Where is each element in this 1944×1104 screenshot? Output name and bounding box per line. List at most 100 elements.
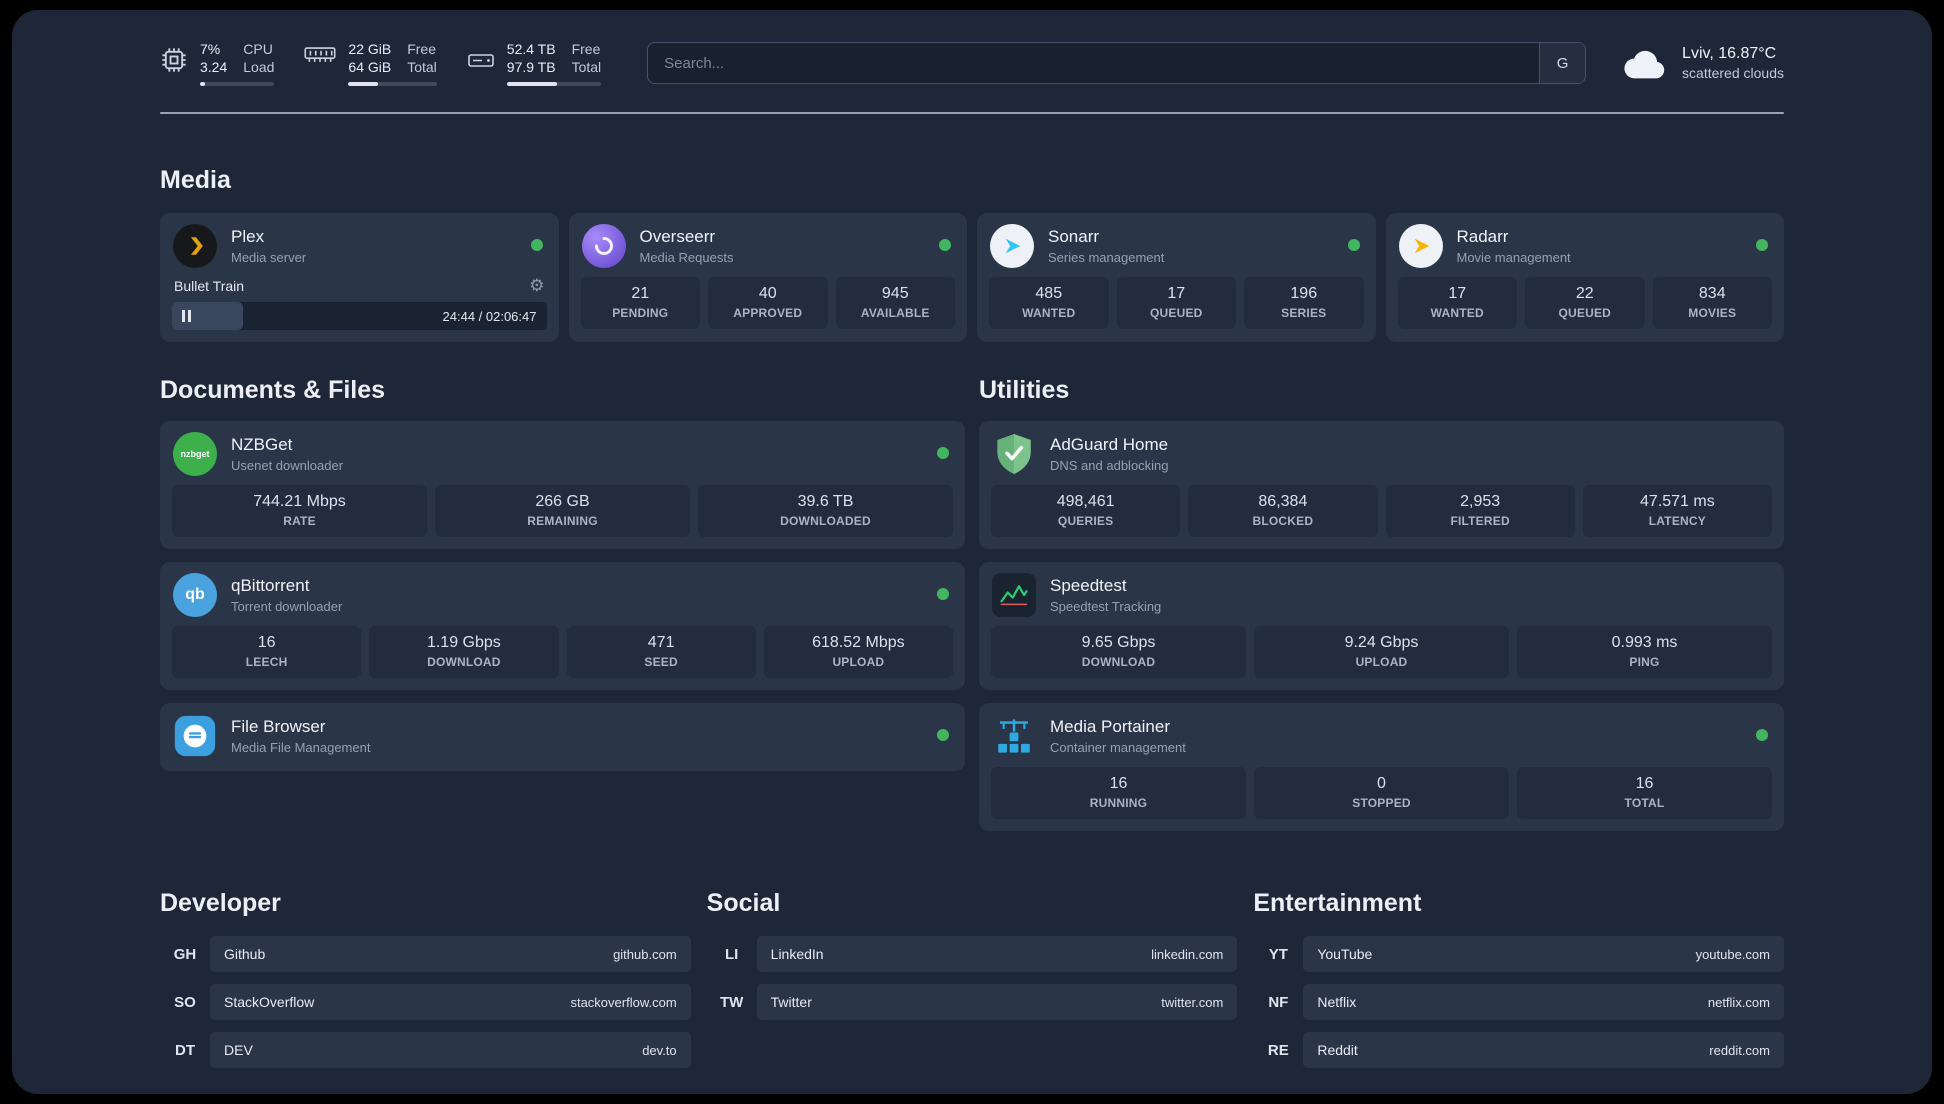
qbittorrent-icon: qb <box>172 572 218 618</box>
bookmark-name: Reddit <box>1317 1042 1358 1058</box>
ram-progress-bar <box>348 82 437 86</box>
header-divider <box>160 112 1784 114</box>
app-subtitle: Usenet downloader <box>231 458 344 473</box>
bookmark-abbr: GH <box>173 945 197 963</box>
bookmark-abbr: DT <box>175 1041 195 1059</box>
stat-label: TOTAL <box>1624 796 1665 810</box>
bookmark-row-reddit: RE Reddit reddit.com <box>1253 1032 1784 1068</box>
bookmark-link-github[interactable]: Github github.com <box>210 936 691 972</box>
status-online-dot <box>1756 729 1768 741</box>
bookmark-abbr: YT <box>1268 945 1288 963</box>
stat-tile: 196 SERIES <box>1244 277 1364 329</box>
stat-value: 9.65 Gbps <box>1081 634 1156 651</box>
app-subtitle: Torrent downloader <box>231 599 343 614</box>
seek-bar[interactable]: 24:44 / 02:06:47 <box>172 302 547 330</box>
pause-button[interactable] <box>182 310 191 322</box>
app-name: Overseerr <box>639 227 716 246</box>
status-online-dot <box>937 588 949 600</box>
app-name: Speedtest <box>1050 576 1127 595</box>
section-title-documents: Documents & Files <box>160 376 386 404</box>
stat-label: PENDING <box>612 306 669 320</box>
stat-value: 22 <box>1575 285 1594 302</box>
speedtest-card[interactable]: Speedtest Speedtest Tracking 9.65 Gbps D… <box>979 562 1784 690</box>
stat-tile: 16 RUNNING <box>991 767 1246 819</box>
bookmark-url: reddit.com <box>1709 1042 1770 1058</box>
app-name: File Browser <box>231 717 326 736</box>
search-engine-button[interactable]: G <box>1539 43 1586 83</box>
plex-card[interactable]: Plex Media server Bullet Train ⚙ 24:44 /… <box>160 213 559 342</box>
bookmark-link-stackoverflow[interactable]: StackOverflow stackoverflow.com <box>210 984 691 1020</box>
stat-label: RATE <box>283 514 316 528</box>
portainer-icon <box>991 713 1037 759</box>
section-title-entertainment: Entertainment <box>1253 889 1422 917</box>
bookmark-url: linkedin.com <box>1151 946 1224 962</box>
cpu-icon <box>160 46 188 74</box>
stat-label: DOWNLOADED <box>780 514 871 528</box>
stat-value: 16 <box>1109 775 1128 792</box>
entertainment-column: Entertainment YT YouTube youtube.com NF … <box>1253 831 1784 1080</box>
stat-tile: 16 LEECH <box>172 626 362 678</box>
app-name: qBittorrent <box>231 576 310 595</box>
stat-label: STOPPED <box>1352 796 1411 810</box>
plex-icon <box>172 223 218 269</box>
stat-value: 16 <box>257 634 276 651</box>
ram-label-2: Total <box>407 59 437 75</box>
stat-label: PING <box>1629 655 1660 669</box>
bookmark-link-reddit[interactable]: Reddit reddit.com <box>1303 1032 1784 1068</box>
adguard-card[interactable]: AdGuard Home DNS and adblocking 498,461 … <box>979 421 1784 549</box>
stat-value: 40 <box>758 285 777 302</box>
app-name: Plex <box>231 227 265 246</box>
bookmark-link-linkedin[interactable]: LinkedIn linkedin.com <box>756 936 1238 972</box>
stat-tile: 17 QUEUED <box>1116 277 1236 329</box>
status-online-dot <box>937 447 949 459</box>
stat-value: 47.571 ms <box>1640 493 1715 510</box>
bookmark-abbr: RE <box>1267 1041 1289 1059</box>
app-subtitle: Media File Management <box>231 740 371 755</box>
gear-icon[interactable]: ⚙ <box>529 277 544 294</box>
radarr-icon <box>1398 223 1444 269</box>
bookmark-link-youtube[interactable]: YouTube youtube.com <box>1303 936 1784 972</box>
stat-label: LATENCY <box>1648 514 1706 528</box>
stat-label: SERIES <box>1281 306 1327 320</box>
stat-tile: 471 SEED <box>566 626 756 678</box>
overseerr-card[interactable]: Overseerr Media Requests 21 PENDING 40 A… <box>568 213 967 342</box>
cpu-percent: 7% <box>200 41 221 57</box>
disk-progress-bar <box>506 82 602 86</box>
stat-tile: 266 GB REMAINING <box>435 485 690 537</box>
cpu-stat: 7% 3.24 CPU Load <box>160 40 275 86</box>
cpu-progress-bar <box>200 82 275 86</box>
bookmark-abbr: NF <box>1268 993 1289 1011</box>
filebrowser-card[interactable]: File Browser Media File Management <box>160 703 965 771</box>
bookmark-link-twitter[interactable]: Twitter twitter.com <box>756 984 1238 1020</box>
stat-tile: 0 STOPPED <box>1254 767 1509 819</box>
bookmark-link-netflix[interactable]: Netflix netflix.com <box>1303 984 1784 1020</box>
nzbget-card[interactable]: nzbget NZBGet Usenet downloader 744.21 M… <box>160 421 965 549</box>
sonarr-card[interactable]: Sonarr Series management 485 WANTED 17 Q… <box>977 213 1376 342</box>
stat-tile: 39.6 TB DOWNLOADED <box>698 485 953 537</box>
stat-tile: 1.19 Gbps DOWNLOAD <box>369 626 559 678</box>
disk-free: 52.4 TB <box>506 41 556 57</box>
stat-label: WANTED <box>1430 306 1484 320</box>
portainer-card[interactable]: Media Portainer Container management 16 … <box>979 703 1784 831</box>
stat-tile: 485 WANTED <box>989 277 1109 329</box>
app-name: Media Portainer <box>1050 717 1171 736</box>
bookmark-row-twitter: TW Twitter twitter.com <box>707 984 1238 1020</box>
bookmark-row-youtube: YT YouTube youtube.com <box>1253 936 1784 972</box>
qbittorrent-card[interactable]: qb qBittorrent Torrent downloader 16 LEE… <box>160 562 965 690</box>
section-title-utilities: Utilities <box>979 376 1070 404</box>
stat-tile: 47.571 ms LATENCY <box>1582 485 1772 537</box>
bookmark-name: Github <box>224 946 266 962</box>
bookmark-link-dev[interactable]: DEV dev.to <box>210 1032 691 1068</box>
weather-widget: Lviv, 16.87°C scattered clouds <box>1622 45 1784 81</box>
stat-tile: 498,461 QUERIES <box>991 485 1181 537</box>
stat-value: 16 <box>1635 775 1654 792</box>
stat-value: 834 <box>1698 285 1726 302</box>
weather-condition: scattered clouds <box>1682 65 1784 81</box>
bookmark-name: DEV <box>224 1042 253 1058</box>
bookmark-url: dev.to <box>642 1042 677 1058</box>
speedtest-icon <box>991 572 1037 618</box>
stat-value: 21 <box>631 285 650 302</box>
search-input[interactable] <box>648 43 1540 83</box>
stat-label: QUEUED <box>1558 306 1612 320</box>
radarr-card[interactable]: Radarr Movie management 17 WANTED 22 QUE… <box>1385 213 1784 342</box>
